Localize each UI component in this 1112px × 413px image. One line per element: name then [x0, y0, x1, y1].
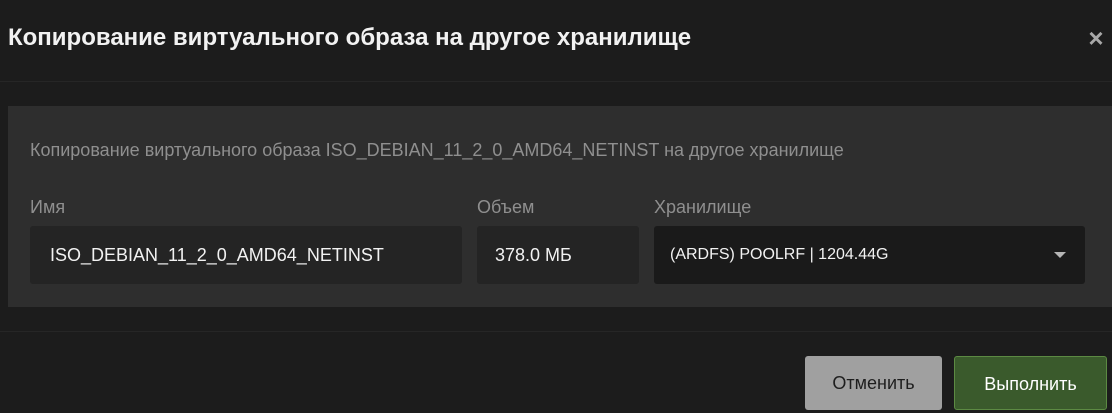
copy-image-dialog: Копирование виртуального образа на друго…	[0, 0, 1112, 413]
close-icon[interactable]: ×	[1083, 25, 1109, 51]
submit-button[interactable]: Выполнить	[954, 356, 1107, 410]
size-label: Объем	[477, 197, 535, 217]
footer-divider	[0, 331, 1112, 332]
dialog-title: Копирование виртуального образа на друго…	[8, 24, 692, 51]
storage-select-value: (ARDFS) POOLRF | 1204.44G	[670, 246, 889, 263]
cancel-button[interactable]: Отменить	[805, 356, 942, 410]
size-field: 378.0 МБ	[477, 226, 639, 284]
name-field-value: ISO_DEBIAN_11_2_0_AMD64_NETINST	[50, 245, 384, 265]
storage-label: Хранилище	[654, 197, 752, 217]
chevron-down-icon	[1054, 252, 1066, 258]
dialog-header: Копирование виртуального образа на друго…	[0, 0, 1112, 82]
storage-select[interactable]: (ARDFS) POOLRF | 1204.44G	[654, 226, 1085, 284]
dialog-description: Копирование виртуального образа ISO_DEBI…	[30, 140, 844, 160]
dialog-body: Копирование виртуального образа ISO_DEBI…	[8, 106, 1112, 307]
name-field[interactable]: ISO_DEBIAN_11_2_0_AMD64_NETINST	[30, 226, 462, 284]
name-label: Имя	[30, 197, 66, 217]
size-field-value: 378.0 МБ	[495, 245, 572, 265]
